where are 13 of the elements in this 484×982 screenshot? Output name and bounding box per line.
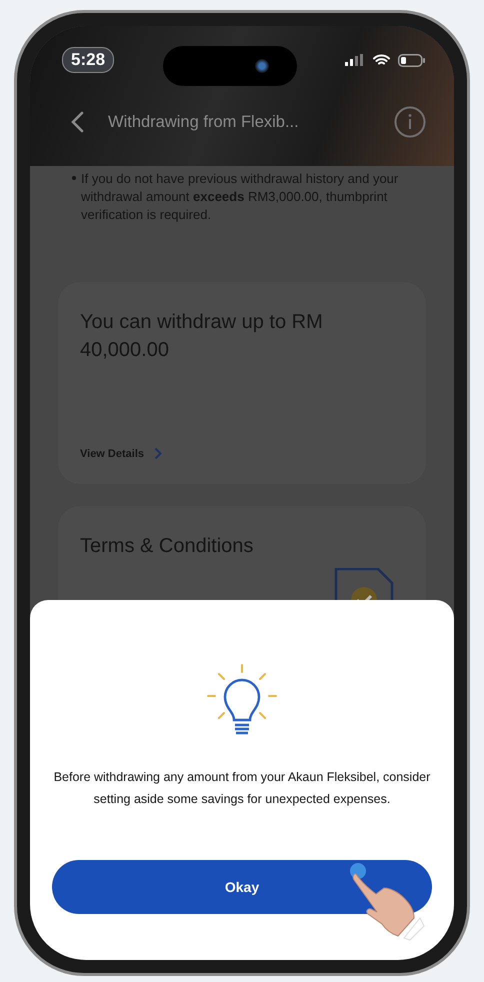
tip-message: Before withdrawing any amount from your Akaun Fleksibel, consider setting aside some savings for unexpected expenses. [52, 769, 432, 808]
bullet-icon [72, 176, 76, 180]
terms-title: Terms & Conditions [80, 534, 254, 559]
battery-icon [398, 54, 426, 66]
wifi-icon [373, 54, 390, 66]
okay-button[interactable]: Okay [52, 860, 432, 914]
screen-title: Withdrawing from Flexib... [108, 112, 300, 132]
signal-icon [345, 54, 365, 66]
info-icon[interactable] [394, 106, 426, 138]
chevron-right-icon [154, 447, 162, 460]
status-time: 5:28 [62, 47, 114, 73]
withdraw-limit-text: You can withdraw up to RM 40,000.00 [80, 310, 324, 363]
back-icon[interactable] [70, 111, 84, 133]
